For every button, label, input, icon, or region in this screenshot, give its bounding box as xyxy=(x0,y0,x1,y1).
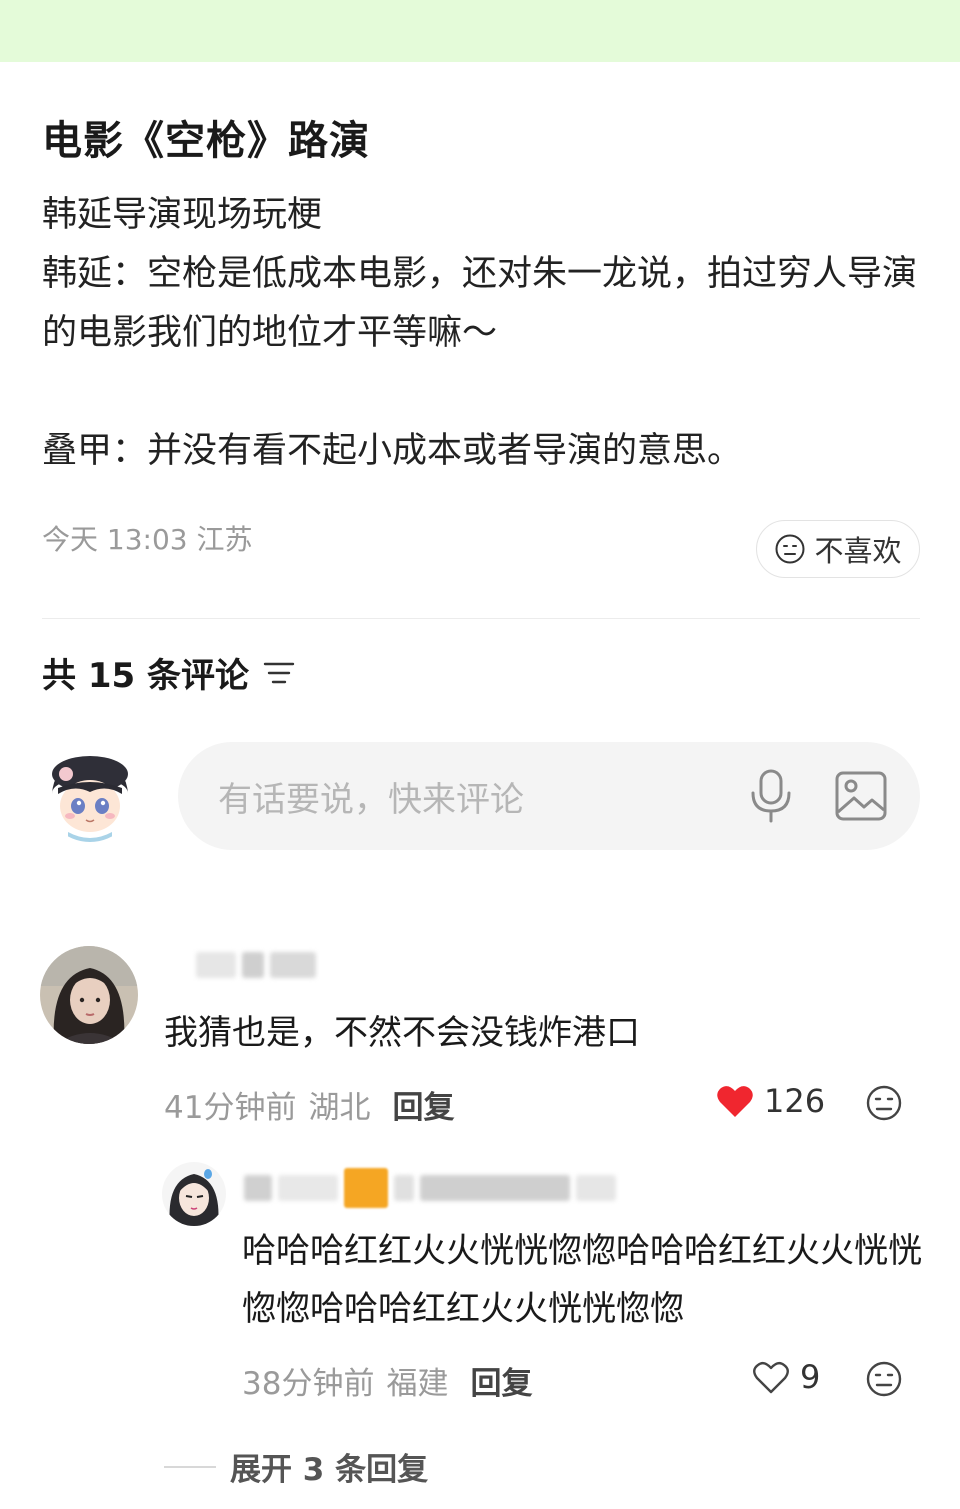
smile-icon[interactable] xyxy=(865,1360,903,1398)
dislike-button[interactable]: 不喜欢 xyxy=(756,520,920,578)
comments-count: 共 15 条评论 xyxy=(42,656,249,696)
post-title: 电影《空枪》路演 xyxy=(42,118,370,164)
redacted-block xyxy=(196,952,236,978)
divider xyxy=(42,618,920,619)
image-icon[interactable] xyxy=(834,770,888,822)
redacted-block xyxy=(278,1175,338,1201)
post-meta: 今天 13:03 江苏 xyxy=(42,523,253,556)
replier-name-redacted xyxy=(244,1168,616,1208)
redacted-block xyxy=(420,1175,570,1201)
heart-icon xyxy=(717,1086,753,1117)
reply-button[interactable]: 回复 xyxy=(470,1358,532,1403)
dislike-label: 不喜欢 xyxy=(814,534,902,568)
heart-outline-icon xyxy=(753,1361,789,1394)
sort-icon[interactable] xyxy=(263,659,295,687)
redacted-block xyxy=(576,1175,616,1201)
redacted-block xyxy=(244,1175,272,1201)
comment-meta: 41分钟前 湖北 回复 xyxy=(164,1082,454,1127)
comment-text: 我猜也是，不然不会没钱炸港口 xyxy=(164,1013,640,1053)
comment-location: 湖北 xyxy=(308,1090,371,1126)
comment-input[interactable]: 有话要说，快来评论 xyxy=(178,742,920,850)
reply-time: 38分钟前 xyxy=(242,1366,375,1402)
comments-header: 共 15 条评论 xyxy=(42,648,295,697)
my-avatar[interactable] xyxy=(44,750,136,842)
redacted-block xyxy=(242,952,264,978)
smile-icon[interactable] xyxy=(865,1084,903,1122)
commenter-name-redacted xyxy=(196,952,316,978)
expand-line xyxy=(164,1465,216,1468)
like-button[interactable]: 9 xyxy=(752,1358,820,1396)
comment-input-placeholder: 有话要说，快来评论 xyxy=(218,779,524,820)
neutral-face-icon xyxy=(775,534,805,564)
reply-text: 哈哈哈红红火火恍恍惚惚哈哈哈红红火火恍恍惚惚哈哈哈红红火火恍恍惚惚 xyxy=(242,1231,922,1329)
redacted-block xyxy=(270,952,316,978)
redacted-block xyxy=(394,1175,414,1201)
post-body: 韩延导演现场玩梗 韩延：空枪是低成本电影，还对朱一龙说，拍过穷人导演的电影我们的… xyxy=(42,195,918,471)
redacted-block xyxy=(344,1168,388,1208)
like-button[interactable]: 126 xyxy=(716,1082,825,1120)
comment-time: 41分钟前 xyxy=(164,1090,297,1126)
replier-avatar[interactable] xyxy=(162,1162,226,1226)
like-count: 126 xyxy=(764,1082,826,1120)
top-bar xyxy=(0,0,960,62)
expand-replies-label: 展开 3 条回复 xyxy=(230,1452,429,1488)
reply-location: 福建 xyxy=(386,1366,449,1402)
like-count: 9 xyxy=(800,1358,821,1396)
mic-icon[interactable] xyxy=(748,768,794,824)
commenter-avatar[interactable] xyxy=(40,946,138,1044)
reply-button[interactable]: 回复 xyxy=(392,1082,454,1127)
expand-replies[interactable]: 展开 3 条回复 xyxy=(164,1444,428,1489)
reply-meta: 38分钟前 福建 回复 xyxy=(242,1358,532,1403)
